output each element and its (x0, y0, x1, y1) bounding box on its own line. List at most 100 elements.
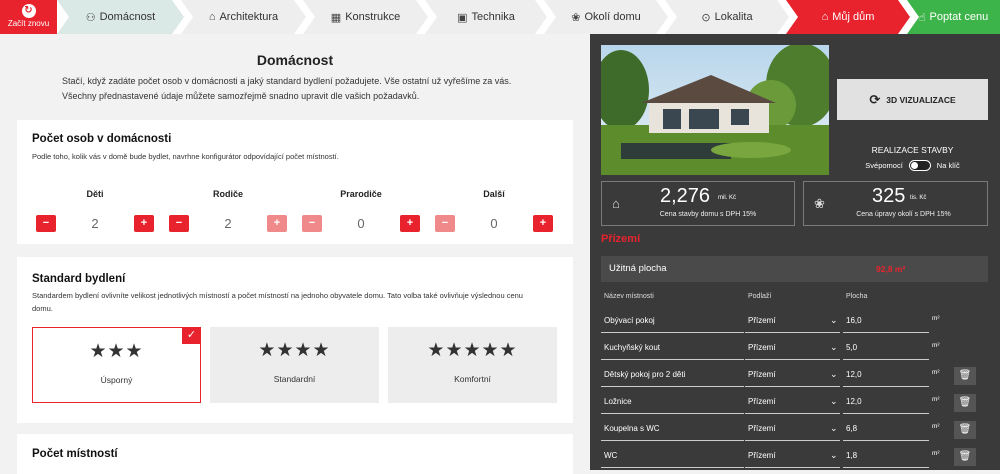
increment-button[interactable]: + (533, 215, 553, 232)
plant-icon: ❀ (814, 196, 825, 211)
house-price-box: ⌂ 2,276 mil. Kč Cena stavby domu s DPH 1… (601, 181, 795, 226)
step-navigation: ↻ Začít znovu ⚇ Domácnost ⌂ Architektura ▦… (0, 0, 1000, 34)
room-name-input[interactable]: Dětský pokoj pro 2 děti (604, 370, 744, 379)
area-unit: m² (932, 423, 940, 430)
step-konstrukce[interactable]: ▦ Konstrukce (303, 0, 428, 34)
select-underline (745, 359, 840, 360)
floor-select[interactable]: Přízemí (748, 451, 840, 460)
standard-option-komfortni[interactable]: ★★★★★ Komfortní (388, 327, 557, 403)
standard-option-usporny[interactable]: ✓ ★★★ Úsporný (32, 327, 201, 403)
chevron-down-icon[interactable]: ⌄ (830, 342, 838, 353)
input-underline (601, 359, 744, 360)
area-input[interactable]: 16,0 (846, 316, 862, 325)
area-unit: m² (932, 342, 940, 349)
decrement-button[interactable]: − (302, 215, 322, 232)
standard-desc: Standardem bydlení ovlivníte velikost je… (32, 291, 523, 313)
chevron-down-icon[interactable]: ⌄ (830, 450, 838, 461)
area-input[interactable]: 6,8 (846, 424, 857, 433)
floor-select[interactable]: Přízemí (748, 316, 840, 325)
garden-price-box: ❀ 325 tis. Kč Cena úpravy okolí s DPH 15… (803, 181, 988, 226)
input-underline (601, 440, 744, 441)
area-input[interactable]: 12,0 (846, 370, 862, 379)
rooms-count-card: Počet místností (17, 434, 573, 474)
chevron-down-icon[interactable]: ⌄ (830, 396, 838, 407)
area-unit: m² (932, 396, 940, 403)
counter-dalsi: Další − 0 + (435, 189, 553, 232)
floor-title: Přízemí (601, 233, 641, 245)
counter-label: Děti (86, 189, 104, 199)
room-name-input[interactable]: Koupelna s WC (604, 424, 744, 433)
increment-button[interactable]: + (134, 215, 154, 232)
room-name-input[interactable]: WC (604, 451, 744, 460)
step-domacnost[interactable]: ⚇ Domácnost (57, 0, 184, 34)
garden-price-unit: tis. Kč (910, 195, 927, 201)
area-input[interactable]: 12,0 (846, 397, 862, 406)
floor-select[interactable]: Přízemí (748, 397, 840, 406)
room-name-input[interactable]: Obývací pokoj (604, 316, 744, 325)
chevron-down-icon[interactable]: ⌄ (830, 315, 838, 326)
counter-label: Rodiče (212, 189, 243, 199)
area-input[interactable]: 5,0 (846, 343, 857, 352)
step-architektura[interactable]: ⌂ Architektura (181, 0, 306, 34)
trash-icon: 🗑 (958, 370, 972, 381)
step-lokalita[interactable]: ⊙ Lokalita (665, 0, 789, 34)
counter-value[interactable]: 2 (56, 216, 134, 231)
room-row: Dětský pokoj pro 2 děti Přízemí ⌄ 12,0 m² 🗑 (601, 365, 988, 387)
counter-value[interactable]: 0 (322, 216, 400, 231)
usable-area-value: 92,8 m² (876, 264, 906, 274)
area-input[interactable]: 1,8 (846, 451, 857, 460)
floor-select[interactable]: Přízemí (748, 343, 840, 352)
house-icon: ⌂ (208, 11, 216, 23)
room-row: WC Přízemí ⌄ 1,8 m² 🗑 (601, 446, 988, 468)
chevron-down-icon[interactable]: ⌄ (830, 423, 838, 434)
step-technika[interactable]: ▣ Technika (425, 0, 547, 34)
input-underline (601, 386, 744, 387)
step-label: Lokalita (714, 11, 753, 23)
household-panel: Domácnost Stačí, když zadáte počet osob … (0, 34, 590, 474)
chevron-down-icon[interactable]: ⌄ (830, 369, 838, 380)
pointer-icon: ☝ (918, 11, 926, 24)
3d-visualization-button[interactable]: ⟳ 3D VIZUALIZACE (837, 79, 988, 120)
standard-option-standardni[interactable]: ★★★★ Standardní (210, 327, 379, 403)
input-underline (601, 413, 744, 414)
counter-deti: Děti − 2 + (36, 189, 154, 232)
usable-area-label: Užitná plocha (609, 263, 667, 274)
room-name-input[interactable]: Ložnice (604, 397, 744, 406)
house-price-unit: mil. Kč (718, 195, 736, 201)
decrement-button[interactable]: − (36, 215, 56, 232)
trash-icon: 🗑 (958, 424, 972, 435)
house-price-value: 2,276 (660, 185, 711, 207)
realization-toggle[interactable] (908, 160, 931, 171)
increment-button[interactable]: + (400, 215, 420, 232)
delete-room-button[interactable]: 🗑 (954, 394, 976, 412)
counter-value[interactable]: 0 (455, 216, 533, 231)
delete-room-button[interactable]: 🗑 (954, 448, 976, 466)
delete-room-button[interactable]: 🗑 (954, 367, 976, 385)
toggle-right-label: Na klíč (936, 161, 960, 170)
stars-icon: ★★★★★ (427, 340, 518, 361)
restart-label: Začít znovu (7, 19, 50, 28)
column-area: Plocha (846, 293, 868, 300)
step-label: Konstrukce (345, 11, 401, 23)
floor-select[interactable]: Přízemí (748, 370, 840, 379)
increment-button[interactable]: + (267, 215, 287, 232)
counter-rodice: Rodiče − 2 + (169, 189, 287, 232)
room-name-input[interactable]: Kuchyňský kout (604, 343, 744, 352)
persons-desc: Podle toho, kolik vás v domě bude bydlet… (32, 152, 339, 161)
step-okoli-domu[interactable]: ❀ Okolí domu (544, 0, 668, 34)
step-muj-dum[interactable]: ⌂ Můj dům (786, 0, 910, 34)
step-label: Architektura (219, 11, 279, 23)
counter-value[interactable]: 2 (189, 216, 267, 231)
rooms-count-title: Počet místností (32, 448, 118, 460)
decrement-button[interactable]: − (435, 215, 455, 232)
select-underline (745, 386, 840, 387)
room-row: Kuchyňský kout Přízemí ⌄ 5,0 m² (601, 338, 988, 360)
floor-select[interactable]: Přízemí (748, 424, 840, 433)
decrement-button[interactable]: − (169, 215, 189, 232)
delete-room-button[interactable]: 🗑 (954, 421, 976, 439)
counter-prarodice: Prarodiče − 0 + (302, 189, 420, 232)
restart-button[interactable]: ↻ Začít znovu (0, 0, 57, 34)
plant-icon: ❀ (571, 11, 581, 24)
step-label: Domácnost (99, 11, 156, 23)
step-poptat-cenu[interactable]: ☝ Poptat cenu (907, 0, 1000, 34)
